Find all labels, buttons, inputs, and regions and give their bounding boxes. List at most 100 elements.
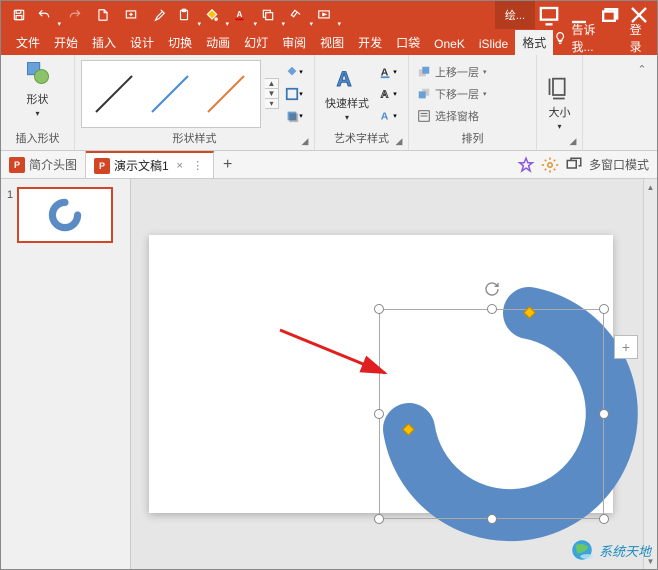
redo-button[interactable] bbox=[63, 3, 87, 27]
document-tabs: P 简介头图 P 演示文稿1 × ⋮ + 多窗口模式 bbox=[1, 151, 657, 179]
slide-canvas[interactable]: + bbox=[149, 235, 613, 513]
text-fill-dd[interactable]: A▾ bbox=[377, 62, 399, 82]
tellme-icon bbox=[553, 30, 567, 46]
size-button[interactable]: 大小 ▾ bbox=[542, 72, 578, 133]
tab-view[interactable]: 视图 bbox=[313, 30, 351, 55]
paste-button[interactable] bbox=[175, 3, 199, 27]
edit-shape-button[interactable] bbox=[20, 57, 56, 89]
bring-forward-button[interactable]: 上移一层▾ bbox=[415, 63, 530, 81]
doc-tab-2[interactable]: P 演示文稿1 × ⋮ bbox=[86, 151, 214, 178]
quick-access-toolbar: A bbox=[1, 3, 339, 27]
context-tab-label: 绘... bbox=[495, 1, 535, 29]
vertical-scrollbar[interactable]: ▲ ▼ bbox=[643, 179, 657, 569]
tab-slideshow[interactable]: 幻灯 bbox=[237, 30, 275, 55]
gallery-up[interactable]: ▲ bbox=[265, 79, 278, 89]
shape-fill-button[interactable] bbox=[203, 3, 227, 27]
text-outline-dd[interactable]: A▾ bbox=[377, 84, 399, 104]
resize-handle-br[interactable] bbox=[599, 514, 609, 524]
resize-handle-tm[interactable] bbox=[487, 304, 497, 314]
doc-tab-close[interactable]: × bbox=[173, 159, 187, 173]
font-color-button[interactable]: A bbox=[231, 3, 255, 27]
shapes-button[interactable]: 形状 ▾ bbox=[23, 89, 53, 120]
tab-onekey[interactable]: OneK bbox=[427, 33, 472, 55]
copy-button[interactable] bbox=[259, 3, 283, 27]
collapse-ribbon-button[interactable]: ⌃ bbox=[631, 59, 653, 79]
svg-text:A: A bbox=[381, 110, 389, 122]
resize-handle-tr[interactable] bbox=[599, 304, 609, 314]
text-effects-dd[interactable]: A▾ bbox=[377, 106, 399, 126]
slide-number: 1 bbox=[7, 187, 13, 243]
selection-pane-label: 选择窗格 bbox=[435, 108, 479, 124]
tab-animations[interactable]: 动画 bbox=[199, 30, 237, 55]
shape-fill-dd[interactable]: ▾ bbox=[283, 62, 305, 82]
save-button[interactable] bbox=[7, 3, 31, 27]
add-doc-tab[interactable]: + bbox=[214, 151, 242, 178]
undo-button[interactable] bbox=[35, 3, 59, 27]
layout-options-button[interactable]: + bbox=[614, 335, 638, 359]
doc-tab-menu[interactable]: ⋮ bbox=[191, 159, 205, 173]
group-wordart: 艺术字样式 bbox=[321, 130, 402, 148]
quick-style-button[interactable]: A 快速样式 ▾ bbox=[321, 63, 373, 124]
format-painter-button[interactable] bbox=[287, 3, 311, 27]
resize-handle-bm[interactable] bbox=[487, 514, 497, 524]
multi-window-icon[interactable] bbox=[565, 156, 583, 174]
tab-design[interactable]: 设计 bbox=[123, 30, 161, 55]
gear-icon[interactable] bbox=[541, 156, 559, 174]
tellme-label[interactable]: 告诉我... bbox=[572, 21, 613, 55]
ribbon: 形状 ▾ 插入形状 ▲ ▼ ▾ ▾ ▾ ▾ 形状样式 ◢ bbox=[1, 55, 657, 151]
gallery-down[interactable]: ▼ bbox=[265, 89, 278, 99]
gallery-more[interactable]: ▾ bbox=[265, 99, 278, 108]
group-arrange: 排列 bbox=[415, 130, 530, 148]
multi-window-label[interactable]: 多窗口模式 bbox=[589, 156, 649, 173]
resize-handle-ml[interactable] bbox=[374, 409, 384, 419]
eyedropper-button[interactable] bbox=[147, 3, 171, 27]
svg-text:A: A bbox=[237, 10, 243, 19]
shape-outline-dd[interactable]: ▾ bbox=[283, 84, 305, 104]
watermark: 系统天地 bbox=[569, 537, 651, 563]
slide-thumbnail-1[interactable]: 1 bbox=[7, 187, 124, 243]
shape-style-gallery[interactable] bbox=[81, 60, 261, 128]
resize-handle-bl[interactable] bbox=[374, 514, 384, 524]
doc-tab-1[interactable]: P 简介头图 bbox=[1, 151, 86, 178]
tab-format[interactable]: 格式 bbox=[515, 30, 553, 55]
tab-islide[interactable]: iSlide bbox=[472, 33, 515, 55]
selected-shape[interactable]: + bbox=[379, 309, 604, 519]
resize-handle-mr[interactable] bbox=[599, 409, 609, 419]
tab-review[interactable]: 审阅 bbox=[275, 30, 313, 55]
shape-style-launcher[interactable]: ◢ bbox=[298, 134, 312, 148]
send-backward-label: 下移一层 bbox=[435, 86, 479, 102]
style-item-3[interactable] bbox=[198, 65, 254, 123]
wordart-launcher[interactable]: ◢ bbox=[392, 134, 406, 148]
slide-edit-area[interactable]: + ▲ ▼ bbox=[131, 179, 657, 569]
globe-icon bbox=[569, 537, 595, 563]
style-item-2[interactable] bbox=[142, 65, 198, 123]
tab-developer[interactable]: 开发 bbox=[351, 30, 389, 55]
login-button[interactable]: 登录 bbox=[630, 21, 651, 55]
workspace: 1 bbox=[1, 179, 657, 569]
tab-home[interactable]: 开始 bbox=[47, 30, 85, 55]
selection-pane-button[interactable]: 选择窗格 bbox=[415, 107, 530, 125]
shapes-label: 形状 bbox=[27, 91, 49, 107]
new-slide-button[interactable] bbox=[119, 3, 143, 27]
slideshow-qat-button[interactable] bbox=[315, 3, 339, 27]
send-backward-button[interactable]: 下移一层▾ bbox=[415, 85, 530, 103]
size-label: 大小 bbox=[549, 104, 571, 120]
tab-file[interactable]: 文件 bbox=[9, 30, 47, 55]
group-insert-shape: 插入形状 bbox=[7, 130, 68, 148]
doc-tab-1-label: 简介头图 bbox=[29, 156, 77, 173]
size-launcher[interactable]: ◢ bbox=[566, 134, 580, 148]
quick-style-label: 快速样式 bbox=[325, 95, 369, 111]
scroll-up[interactable]: ▲ bbox=[644, 179, 657, 195]
new-file-button[interactable] bbox=[91, 3, 115, 27]
watermark-text: 系统天地 bbox=[599, 541, 651, 560]
tab-insert[interactable]: 插入 bbox=[85, 30, 123, 55]
shape-effects-dd[interactable]: ▾ bbox=[283, 106, 305, 126]
tab-transitions[interactable]: 切换 bbox=[161, 30, 199, 55]
svg-text:A: A bbox=[381, 88, 389, 100]
resize-handle-tl[interactable] bbox=[374, 304, 384, 314]
bring-forward-label: 上移一层 bbox=[435, 64, 479, 80]
style-item-1[interactable] bbox=[86, 65, 142, 123]
tab-pocket[interactable]: 口袋 bbox=[389, 30, 427, 55]
rotate-handle[interactable] bbox=[484, 281, 500, 297]
favorite-icon[interactable] bbox=[517, 156, 535, 174]
